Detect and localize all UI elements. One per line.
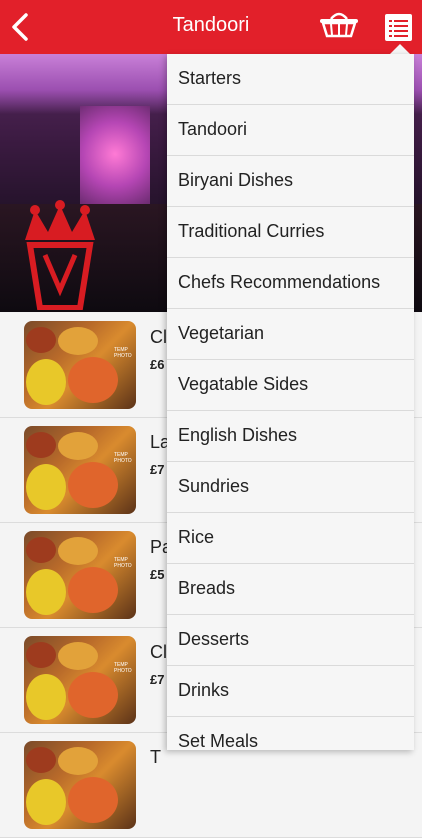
list-menu-button[interactable] [385,14,412,41]
dish-thumbnail: TEMP PHOTO [24,531,136,619]
dropdown-item-vegetarian[interactable]: Vegetarian [167,309,414,360]
dish-thumbnail: TEMP PHOTO [24,636,136,724]
dropdown-item-desserts[interactable]: Desserts [167,615,414,666]
category-dropdown: Starters Tandoori Biryani Dishes Traditi… [167,54,414,750]
dropdown-item-set-meals[interactable]: Set Meals [167,717,414,750]
item-price: £7 [150,672,165,687]
item-name: T [150,747,161,767]
dropdown-item-sundries[interactable]: Sundries [167,462,414,513]
item-name: Cl [150,327,167,347]
dropdown-item-tandoori[interactable]: Tandoori [167,105,414,156]
dropdown-caret [390,44,410,54]
dish-thumbnail [24,741,136,829]
dropdown-item-traditional-curries[interactable]: Traditional Curries [167,207,414,258]
item-price: £6 [150,357,165,372]
header-bar: Tandoori [0,0,422,54]
dish-thumbnail: TEMP PHOTO [24,321,136,409]
item-name: Cl [150,642,167,662]
item-price: £7 [150,462,165,477]
dropdown-item-vegetable-sides[interactable]: Vegatable Sides [167,360,414,411]
dropdown-item-english-dishes[interactable]: English Dishes [167,411,414,462]
crown-logo-icon [25,200,95,310]
dropdown-item-starters[interactable]: Starters [167,54,414,105]
item-price: £5 [150,567,165,582]
list-menu-icon [389,20,408,37]
dish-thumbnail: TEMP PHOTO [24,426,136,514]
dropdown-item-biryani[interactable]: Biryani Dishes [167,156,414,207]
basket-icon[interactable] [318,8,360,38]
dropdown-item-drinks[interactable]: Drinks [167,666,414,717]
dropdown-item-rice[interactable]: Rice [167,513,414,564]
dropdown-item-chefs-recommendations[interactable]: Chefs Recommendations [167,258,414,309]
dropdown-item-breads[interactable]: Breads [167,564,414,615]
